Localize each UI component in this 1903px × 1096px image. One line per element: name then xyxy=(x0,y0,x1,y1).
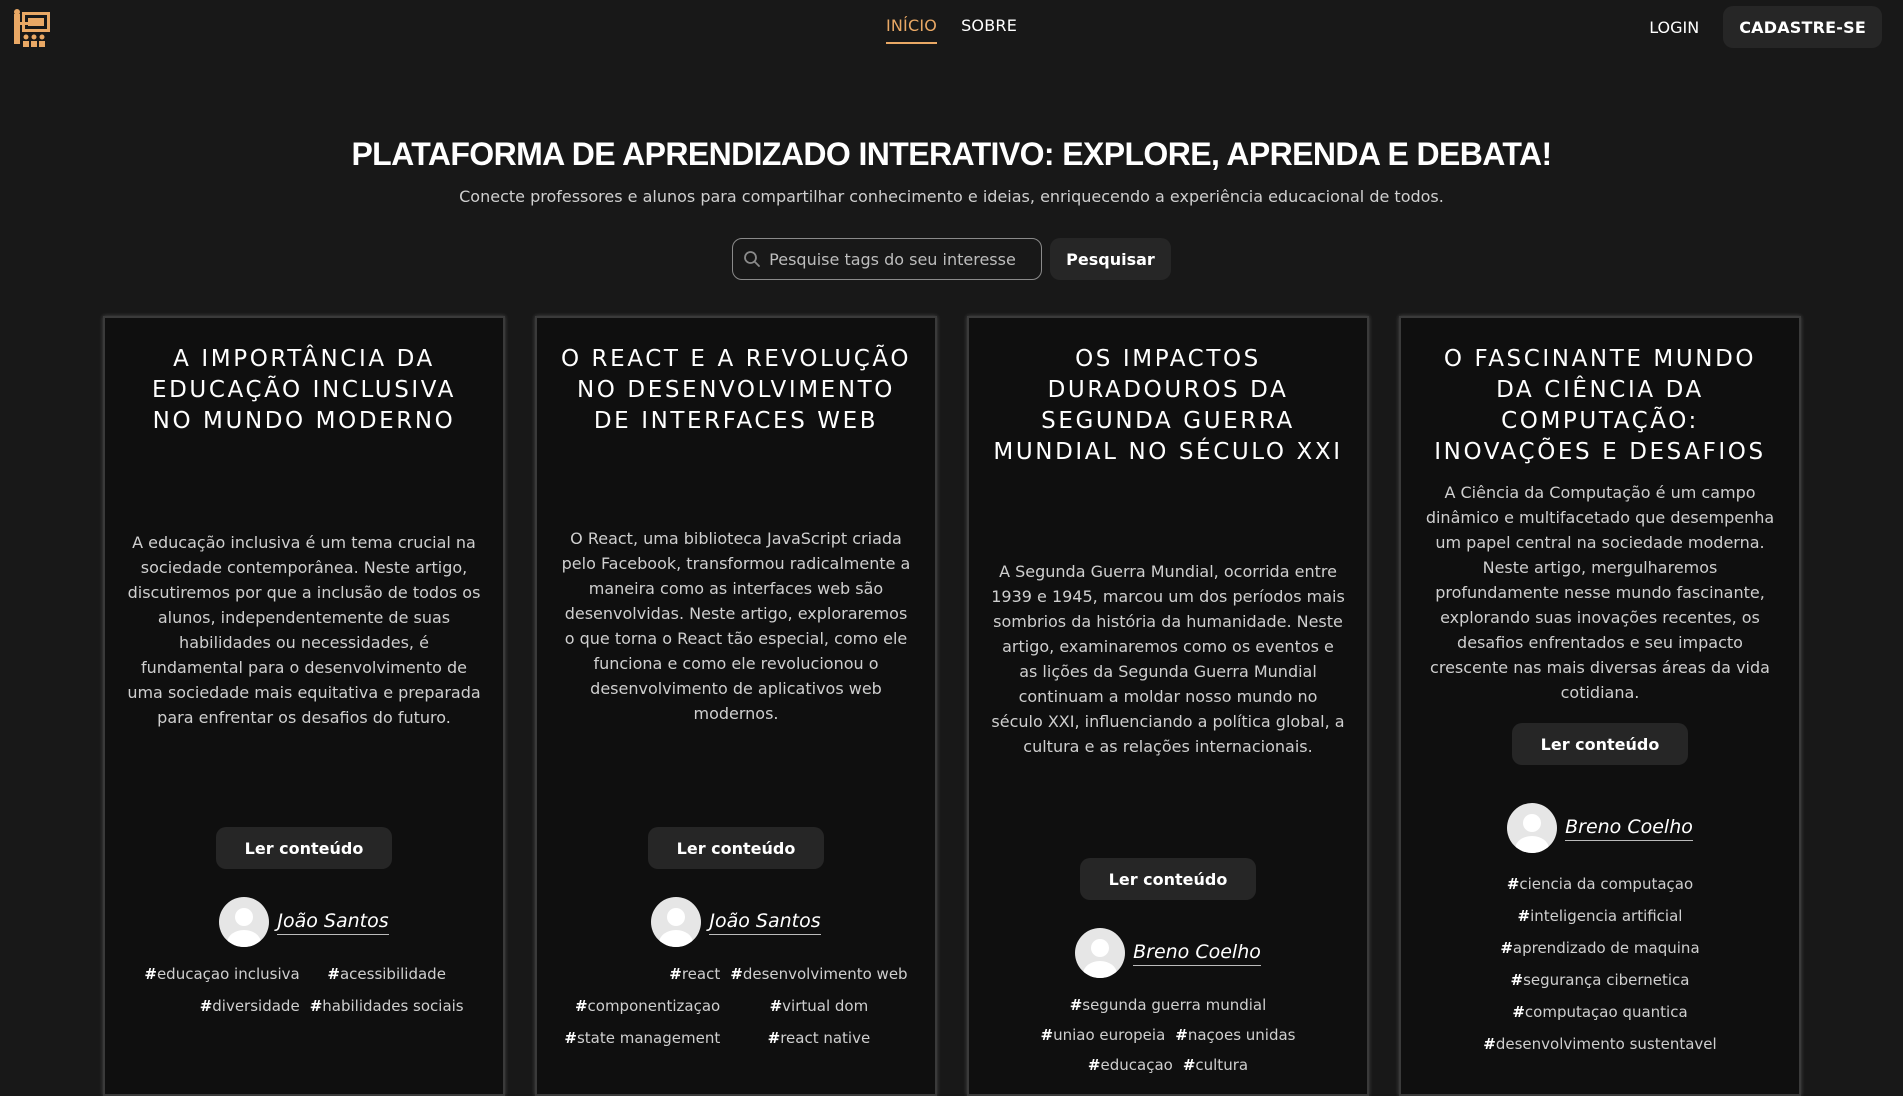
signup-button[interactable]: CADASTRE-SE xyxy=(1723,6,1882,48)
tag[interactable]: #state management xyxy=(559,1029,725,1047)
tag[interactable]: #habilidades sociais xyxy=(305,997,469,1015)
read-content-button[interactable]: Ler conteúdo xyxy=(216,827,392,869)
tag[interactable]: #virtual dom xyxy=(725,997,912,1015)
read-content-button[interactable]: Ler conteúdo xyxy=(1080,858,1256,900)
tag[interactable]: #inteligencia artificial xyxy=(1513,907,1688,925)
avatar xyxy=(1507,803,1558,853)
login-link[interactable]: LOGIN xyxy=(1649,18,1699,37)
search-bar: Pesquisar xyxy=(0,238,1903,280)
author-name[interactable]: Breno Coelho xyxy=(1565,816,1693,841)
top-navbar: INÍCIO SOBRE LOGIN CADASTRE-SE xyxy=(0,0,1903,56)
avatar xyxy=(651,897,702,947)
tag-list: #educaçao inclusiva #acessibilidade #div… xyxy=(139,965,468,1015)
tag[interactable]: #computaçao quantica xyxy=(1507,1003,1692,1021)
author-name[interactable]: João Santos xyxy=(709,910,821,935)
tag[interactable]: #diversidade xyxy=(195,997,305,1015)
auth-actions: LOGIN CADASTRE-SE xyxy=(1649,6,1882,48)
hero-section: PLATAFORMA DE APRENDIZADO INTERATIVO: EX… xyxy=(0,136,1903,280)
read-content-button[interactable]: Ler conteúdo xyxy=(648,827,824,869)
tag[interactable]: #educaçao inclusiva xyxy=(139,965,304,983)
author-name[interactable]: João Santos xyxy=(277,910,389,935)
search-field[interactable] xyxy=(732,238,1043,280)
article-title: OS IMPACTOS DURADOUROS DA SEGUNDA GUERRA… xyxy=(993,346,1343,465)
author-name[interactable]: Breno Coelho xyxy=(1133,941,1261,966)
article-list: A IMPORTÂNCIA DA EDUCAÇÃO INCLUSIVA NO M… xyxy=(103,316,1801,1096)
article-title: O FASCINANTE MUNDO DA CIÊNCIA DA COMPUTA… xyxy=(1434,346,1766,465)
tag[interactable]: #aprendizado de maquina xyxy=(1495,939,1704,957)
avatar xyxy=(219,897,270,947)
article-card: OS IMPACTOS DURADOUROS DA SEGUNDA GUERRA… xyxy=(967,316,1369,1096)
article-summary: A Ciência da Computação é um campo dinâm… xyxy=(1425,483,1775,702)
tag-list: #react #desenvolvimento web #componentiz… xyxy=(559,965,912,1047)
tag[interactable]: #desenvolvimento sustentavel xyxy=(1478,1035,1721,1053)
page-subtitle: Conecte professores e alunos para compar… xyxy=(459,187,1444,206)
tag[interactable]: #naçoes unidas xyxy=(1170,1026,1300,1044)
tag[interactable]: #acessibilidade xyxy=(305,965,469,983)
tag[interactable]: #segunda guerra mundial xyxy=(1065,996,1272,1014)
tag[interactable]: #uniao europeia xyxy=(1036,1026,1171,1044)
search-input[interactable] xyxy=(769,249,1030,269)
tag[interactable]: #ciencia da computaçao xyxy=(1502,875,1698,893)
article-summary: A Segunda Guerra Mundial, ocorrida entre… xyxy=(991,562,1345,756)
tag[interactable]: #desenvolvimento web xyxy=(725,965,912,983)
author-info: Breno Coelho xyxy=(1075,928,1261,978)
article-card: A IMPORTÂNCIA DA EDUCAÇÃO INCLUSIVA NO M… xyxy=(103,316,505,1096)
author-info: João Santos xyxy=(651,897,821,947)
search-button[interactable]: Pesquisar xyxy=(1050,238,1171,280)
avatar xyxy=(1075,928,1126,978)
article-title: A IMPORTÂNCIA DA EDUCAÇÃO INCLUSIVA NO M… xyxy=(151,346,456,434)
search-icon xyxy=(744,251,761,267)
page-title: PLATAFORMA DE APRENDIZADO INTERATIVO: EX… xyxy=(351,136,1552,172)
tag[interactable]: #componentizaçao xyxy=(570,997,725,1015)
tag-list: #segunda guerra mundial #uniao europeia … xyxy=(1003,996,1333,1074)
author-info: Breno Coelho xyxy=(1507,803,1693,853)
article-summary: O React, uma biblioteca JavaScript criad… xyxy=(561,529,911,723)
article-summary: A educação inclusiva é um tema crucial n… xyxy=(127,533,481,727)
tag[interactable]: #segurança cibernetica xyxy=(1505,971,1694,989)
author-info: João Santos xyxy=(219,897,389,947)
read-content-button[interactable]: Ler conteúdo xyxy=(1512,723,1688,765)
tag[interactable]: #react native xyxy=(725,1029,912,1047)
tag-list: #ciencia da computaçao #inteligencia art… xyxy=(1478,875,1721,1053)
tag[interactable]: #react xyxy=(664,965,725,983)
tag[interactable]: #educaçao xyxy=(1083,1056,1178,1074)
article-title: O REACT E A REVOLUÇÃO NO DESENVOLVIMENTO… xyxy=(560,346,912,434)
tag[interactable]: #cultura xyxy=(1178,1056,1253,1074)
article-card: O FASCINANTE MUNDO DA CIÊNCIA DA COMPUTA… xyxy=(1399,316,1801,1096)
main-nav: INÍCIO SOBRE xyxy=(0,16,1903,44)
nav-item-sobre[interactable]: SOBRE xyxy=(961,16,1017,44)
nav-item-inicio[interactable]: INÍCIO xyxy=(885,16,938,44)
article-card: O REACT E A REVOLUÇÃO NO DESENVOLVIMENTO… xyxy=(535,316,937,1096)
